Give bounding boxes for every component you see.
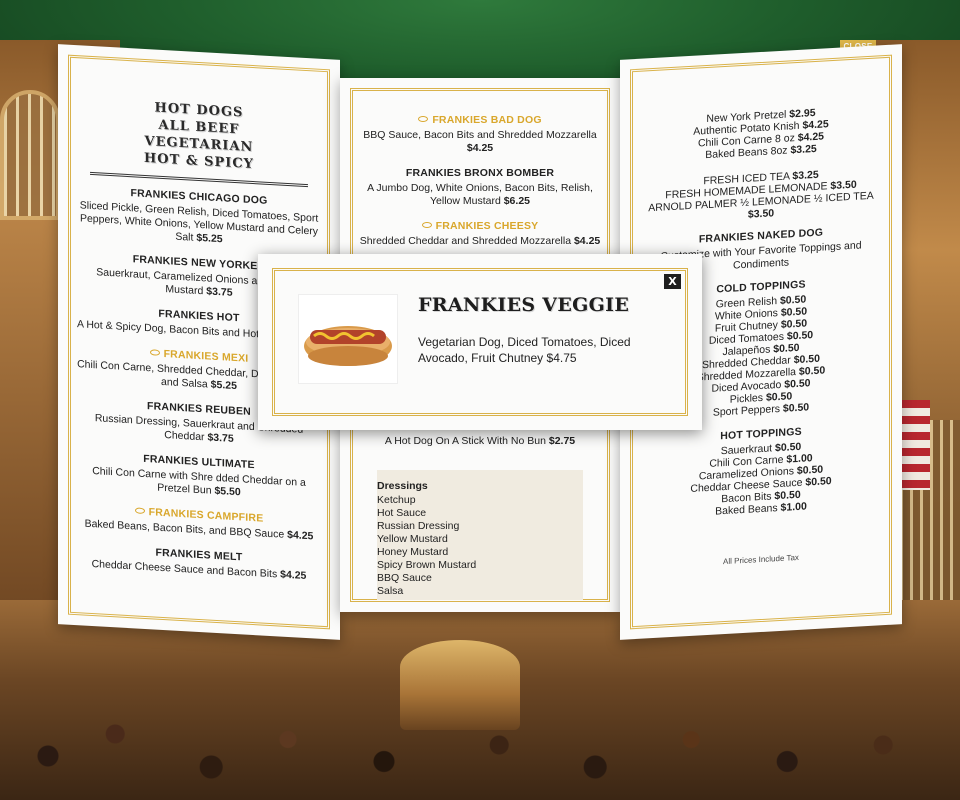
modal-title: FRANKIES VEGGIE bbox=[418, 294, 630, 316]
price: $4.25 bbox=[573, 235, 601, 247]
hidden-line: A Hot Dog On A Stick With No Bun $2.75 bbox=[340, 432, 620, 460]
item-name: FRANKIES CHEESY bbox=[435, 220, 539, 232]
hot-dog-icon bbox=[304, 326, 392, 366]
eye-icon bbox=[149, 349, 160, 356]
hot-dog-image bbox=[298, 294, 398, 384]
price: $0.50 bbox=[782, 401, 810, 415]
desc-text: A Jumbo Dog, White Onions, Bacon Bits, R… bbox=[367, 182, 593, 207]
eye-icon bbox=[421, 222, 432, 228]
headline: HOT DOGS ALL BEEF VEGETARIAN HOT & SPICY bbox=[58, 94, 340, 178]
desc-text: Vegetarian Dog, Diced Tomatoes, Diced Av… bbox=[418, 335, 631, 365]
price: $0.50 bbox=[798, 364, 826, 378]
price: $3.25 bbox=[790, 142, 817, 157]
crowd bbox=[0, 690, 960, 800]
price: $6.25 bbox=[503, 195, 530, 207]
price: $2.75 bbox=[548, 435, 576, 447]
price: $5.50 bbox=[214, 484, 241, 499]
mid-items: FRANKIES BAD DOG BBQ Sauce, Bacon Bits an… bbox=[340, 114, 620, 260]
flag bbox=[902, 400, 930, 490]
dressing-item: Honey Mustard bbox=[377, 546, 449, 558]
item-name: FRANKIES MELT bbox=[155, 546, 243, 564]
eye-icon bbox=[418, 116, 429, 122]
menu-item-title[interactable]: FRANKIES BRONX BOMBER bbox=[340, 167, 620, 179]
item-modal: X FRANKIES VEGGIE Vegetarian Dog, Diced … bbox=[258, 254, 702, 430]
price: $5.25 bbox=[196, 231, 223, 246]
price: $0.50 bbox=[786, 329, 814, 343]
price: $4.75 bbox=[546, 351, 577, 365]
modal-desc: Vegetarian Dog, Diced Tomatoes, Diced Av… bbox=[418, 334, 668, 366]
price: $4.25 bbox=[797, 130, 825, 144]
item-name: FRANKIES MEXI bbox=[163, 348, 249, 365]
dressing-item: Hot Sauce bbox=[377, 507, 427, 519]
price: $4.25 bbox=[280, 568, 307, 583]
price: $3.75 bbox=[207, 431, 234, 445]
dressing-item: Salsa bbox=[377, 585, 404, 597]
price: $4.25 bbox=[802, 118, 829, 132]
desc-text: BBQ Sauce, Bacon Bits and Shredded Mozza… bbox=[363, 129, 597, 141]
price: $3.75 bbox=[206, 285, 233, 299]
price: $5.25 bbox=[210, 378, 237, 393]
dressing-item: Russian Dressing bbox=[377, 520, 460, 532]
item-desc: BBQ Sauce, Bacon Bits and Shredded Mozza… bbox=[358, 129, 602, 155]
desc-text: Shredded Cheddar and Shredded Mozzarella bbox=[359, 235, 574, 247]
item-name: FRANKIES BRONX BOMBER bbox=[405, 167, 555, 179]
item-name: FRANKIES BAD DOG bbox=[432, 114, 542, 126]
price: $4.25 bbox=[287, 528, 314, 543]
dressing-item: Ketchup bbox=[377, 494, 416, 506]
dressing-item: Spicy Brown Mustard bbox=[377, 559, 477, 571]
menu-item-title[interactable]: FRANKIES BAD DOG bbox=[340, 114, 620, 126]
item-name: FRANKIES HOT bbox=[158, 307, 240, 325]
eye-icon bbox=[134, 507, 145, 514]
price: $0.50 bbox=[784, 377, 811, 391]
dressings-box: Dressings Ketchup Hot Sauce Russian Dressi… bbox=[377, 470, 583, 600]
menu-item-title[interactable]: FRANKIES CHEESY bbox=[340, 220, 620, 232]
dressing-item: BBQ Sauce bbox=[377, 572, 432, 584]
item-desc: Shredded Cheddar and Shredded Mozzarella… bbox=[358, 235, 602, 248]
price: $1.00 bbox=[780, 500, 807, 514]
dressings-list: Ketchup Hot Sauce Russian Dressing Yellow M… bbox=[377, 494, 583, 598]
price: $0.50 bbox=[805, 475, 832, 489]
price: $4.25 bbox=[466, 142, 494, 154]
price: $3.50 bbox=[747, 207, 775, 221]
item-desc: A Hot Dog On A Stick With No Bun $2.75 bbox=[358, 435, 602, 448]
dressing-item: Yellow Mustard bbox=[377, 533, 448, 545]
dressings-title: Dressings bbox=[377, 480, 428, 492]
window-left bbox=[0, 90, 60, 220]
modal-close-button[interactable]: X bbox=[664, 274, 681, 289]
desc-text: A Hot Dog On A Stick With No Bun bbox=[384, 435, 546, 447]
item-desc: A Jumbo Dog, White Onions, Bacon Bits, R… bbox=[358, 182, 602, 208]
